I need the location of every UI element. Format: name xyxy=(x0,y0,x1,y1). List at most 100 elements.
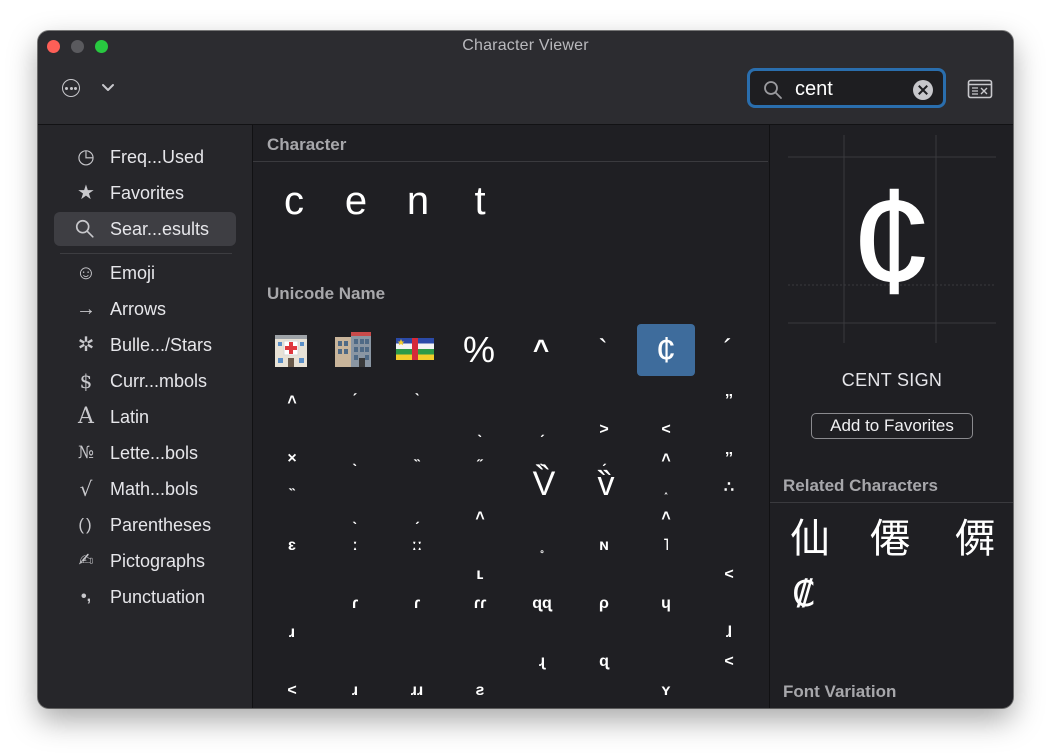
sidebar-item-label: Curr...mbols xyxy=(110,371,208,391)
glyph-cell[interactable]: ˮ xyxy=(714,449,744,469)
arrow-icon: → xyxy=(76,298,96,320)
glyph-cell[interactable]: ˏ xyxy=(402,507,432,527)
sidebar-item-label: Favorites xyxy=(110,183,185,203)
glyph-cell[interactable]: ˎ xyxy=(465,420,495,440)
sidebar-item-label: Pictographs xyxy=(110,551,206,571)
sidebar-item-letterlike-symbols[interactable]: № Lette...bols xyxy=(54,436,236,470)
glyph-cell[interactable]: ɺ xyxy=(714,623,744,643)
sidebar-item-search-results[interactable]: Sear...esults xyxy=(54,212,236,246)
glyph-cell[interactable]: ɻ xyxy=(527,652,557,672)
cent-sign-cell-selected[interactable]: ¢ xyxy=(637,324,695,376)
acute-accent-cell[interactable]: ´ xyxy=(699,324,757,376)
section-divider xyxy=(770,502,1013,503)
glyph-cell[interactable]: ˃ xyxy=(589,420,619,440)
clear-icon[interactable] xyxy=(913,80,933,100)
glyph-cell[interactable]: V̏ xyxy=(527,464,561,504)
sidebar-item-label: Lette...bols xyxy=(110,443,199,463)
search-input[interactable]: cent xyxy=(795,77,833,101)
glyph-cell[interactable]: ɹ xyxy=(277,623,307,643)
character-cell[interactable]: n xyxy=(398,177,438,225)
glyph-cell[interactable]: ɥ xyxy=(651,594,681,614)
glyph-cell[interactable]: ː xyxy=(340,536,370,556)
glyph-cell[interactable]: ˏ xyxy=(527,420,557,440)
sidebar-item-emoji[interactable]: ☺ Emoji xyxy=(54,256,236,290)
glyph-cell[interactable]: ʟ xyxy=(465,565,495,585)
glyph-cell[interactable]: ɛ xyxy=(277,536,307,556)
glyph-cell[interactable]: ˵ xyxy=(402,449,432,469)
add-to-favorites-button[interactable]: Add to Favorites xyxy=(811,413,973,439)
glyph-cell[interactable]: ˶ xyxy=(465,449,495,469)
glyph-cell[interactable]: ɹ xyxy=(340,681,370,701)
glyph-cell[interactable]: ɹɹ xyxy=(402,681,432,701)
central-african-republic-flag-icon[interactable] xyxy=(393,327,437,371)
glyph-cell[interactable]: ɾɾ xyxy=(465,594,495,614)
glyph-cell[interactable]: < xyxy=(714,565,744,585)
category-sidebar: ◷ Freq...Used ★ Favorites Sear...esults … xyxy=(38,125,253,708)
glyph-cell[interactable]: ʏ xyxy=(651,681,681,701)
dollar-icon: $ xyxy=(79,369,93,393)
search-field[interactable]: cent xyxy=(747,68,946,108)
asterisk-icon: ✲ xyxy=(77,334,95,356)
glyph-cell[interactable]: ˎ xyxy=(340,449,370,469)
sidebar-item-currency-symbols[interactable]: $ Curr...mbols xyxy=(54,364,236,398)
glyph-cell[interactable]: ˄ xyxy=(651,507,681,527)
circumflex-cell[interactable]: ^ xyxy=(512,324,570,376)
related-characters-title: Related Characters xyxy=(783,476,938,495)
clock-icon: ◷ xyxy=(77,146,95,168)
glyph-cell[interactable]: ˂ xyxy=(651,420,681,440)
glyph-cell[interactable]: ρ xyxy=(589,594,619,614)
glyph-cell[interactable]: < xyxy=(277,681,307,701)
glyph-cell[interactable]: ɾ xyxy=(340,594,370,614)
glyph-cell[interactable]: ˳ xyxy=(527,536,557,556)
percent-sign-cell[interactable]: % xyxy=(450,324,508,376)
glyph-cell[interactable]: × xyxy=(277,449,307,469)
parentheses-icon: () xyxy=(78,515,94,534)
grave-accent-cell[interactable]: ` xyxy=(574,324,632,376)
glyph-cell[interactable]: ɋ xyxy=(589,652,619,672)
sidebar-item-pictographs[interactable]: ✍ Pictographs xyxy=(54,544,236,578)
sidebar-item-latin[interactable]: A Latin xyxy=(54,400,236,434)
character-cell[interactable]: c xyxy=(274,177,314,225)
character-cell[interactable]: e xyxy=(336,177,376,225)
sidebar-item-math-symbols[interactable]: √ Math...bols xyxy=(54,472,236,506)
glyph-cell[interactable]: ˵ xyxy=(277,478,307,498)
character-detail-panel: ¢ CENT SIGN Add to Favorites Related Cha… xyxy=(769,125,1013,708)
glyph-cell[interactable]: < xyxy=(714,652,744,672)
more-actions-icon xyxy=(62,79,80,97)
glyph-cell[interactable]: ˊ xyxy=(340,391,370,411)
character-cell[interactable]: t xyxy=(460,177,500,225)
related-character[interactable]: ₡ xyxy=(792,571,815,619)
action-menu-button[interactable] xyxy=(60,77,130,101)
glyph-cell[interactable]: v̏ xyxy=(589,464,623,504)
glyph-cell[interactable]: ːː xyxy=(402,536,432,556)
latin-a-icon: A xyxy=(78,404,94,429)
glyph-cell[interactable]: ƨ xyxy=(465,681,495,701)
sidebar-item-bullets-stars[interactable]: ✲ Bulle.../Stars xyxy=(54,328,236,362)
glyph-cell[interactable]: ɾ xyxy=(402,594,432,614)
glyph-cell[interactable]: ˮ xyxy=(714,391,744,411)
sidebar-item-parentheses[interactable]: () Parentheses xyxy=(54,508,236,542)
sidebar-item-punctuation[interactable]: •, Punctuation xyxy=(54,580,236,614)
glyph-cell[interactable]: ˄ xyxy=(465,507,495,527)
glyph-cell[interactable]: ˎ xyxy=(340,507,370,527)
sidebar-item-arrows[interactable]: → Arrows xyxy=(54,292,236,326)
office-building-emoji-icon[interactable] xyxy=(331,327,375,371)
related-character[interactable]: 仙 xyxy=(790,515,830,563)
related-character[interactable]: 僲 xyxy=(955,515,995,563)
glyph-cell[interactable]: ˋ xyxy=(402,391,432,411)
glyph-cell[interactable]: ∴ xyxy=(714,478,744,498)
related-character[interactable]: 僊 xyxy=(870,515,910,563)
sidebar-item-frequently-used[interactable]: ◷ Freq...Used xyxy=(54,140,236,174)
sidebar-item-favorites[interactable]: ★ Favorites xyxy=(54,176,236,210)
hospital-emoji-icon[interactable] xyxy=(269,327,313,371)
glyph-cell[interactable]: ɴ xyxy=(589,536,619,556)
sidebar-item-label: Latin xyxy=(110,407,150,427)
glyph-cell[interactable]: ˄ xyxy=(651,449,681,469)
glyph-cell[interactable]: ɋɋ xyxy=(527,594,557,614)
glyph-cell[interactable]: ˥ xyxy=(651,536,681,556)
character-palette-icon[interactable] xyxy=(967,78,993,100)
glyph-cell[interactable]: ˰ xyxy=(651,478,681,498)
search-icon xyxy=(764,81,782,99)
sidebar-item-label: Sear...esults xyxy=(110,219,210,239)
glyph-cell[interactable]: ˄ xyxy=(277,391,307,411)
